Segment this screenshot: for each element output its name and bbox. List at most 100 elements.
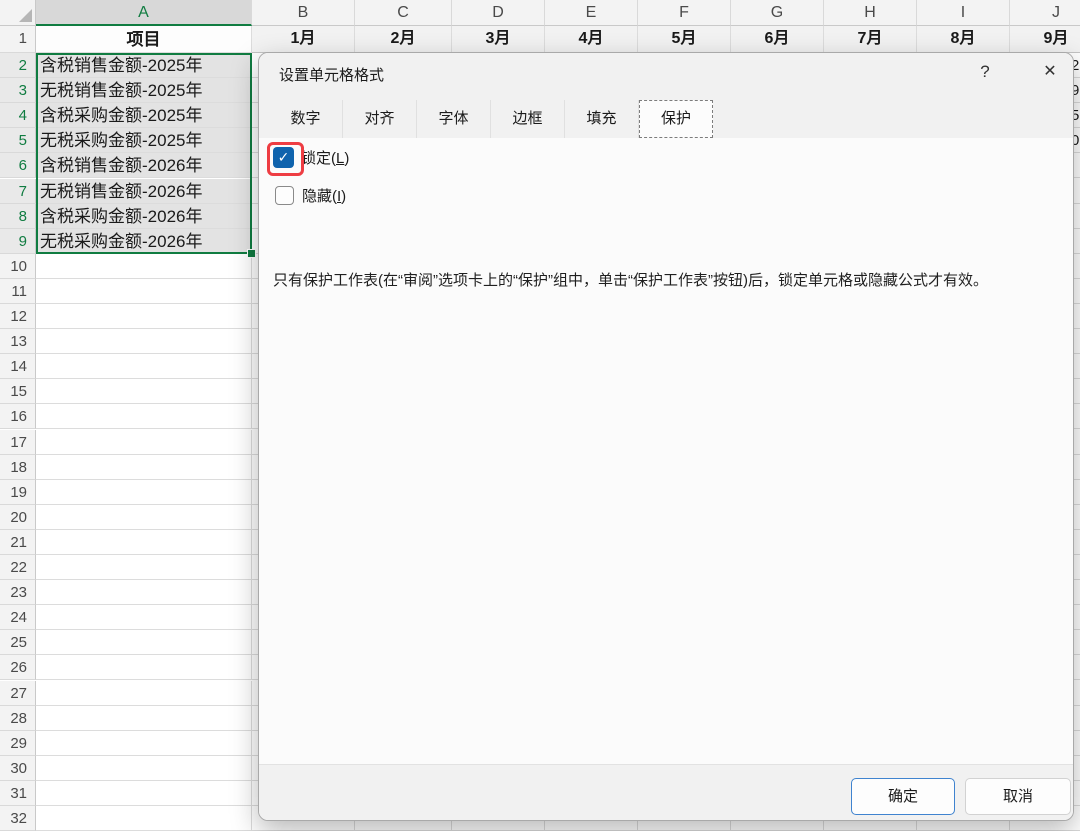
row-header-29[interactable]: 29	[0, 730, 36, 756]
cancel-button[interactable]: 取消	[965, 778, 1071, 815]
row-header-14[interactable]: 14	[0, 354, 36, 380]
cell-I1[interactable]: 8月	[917, 26, 1010, 53]
cell-A4[interactable]: 含税采购金额-2025年	[36, 103, 252, 129]
tab-font[interactable]: 字体	[417, 100, 491, 138]
ok-button[interactable]: 确定	[851, 778, 955, 815]
row-header-26[interactable]: 26	[0, 655, 36, 681]
row-header-25[interactable]: 25	[0, 630, 36, 656]
row-header-32[interactable]: 32	[0, 806, 36, 831]
row-header-31[interactable]: 31	[0, 780, 36, 806]
row-header-24[interactable]: 24	[0, 605, 36, 631]
cell-A7[interactable]: 无税销售金额-2026年	[36, 178, 252, 204]
cell-A2[interactable]: 含税销售金额-2025年	[36, 53, 252, 79]
cell-A16[interactable]	[36, 404, 252, 430]
cell-A28[interactable]	[36, 705, 252, 731]
row-header-17[interactable]: 17	[0, 429, 36, 455]
row-header-4[interactable]: 4	[0, 103, 36, 129]
cell-A9[interactable]: 无税采购金额-2026年	[36, 228, 252, 254]
help-icon[interactable]: ?	[971, 58, 999, 86]
cell-A3[interactable]: 无税销售金额-2025年	[36, 78, 252, 104]
cell-A23[interactable]	[36, 580, 252, 606]
column-header-B[interactable]: B	[252, 0, 355, 26]
cell-A15[interactable]	[36, 379, 252, 405]
cell-A25[interactable]	[36, 630, 252, 656]
row-header-13[interactable]: 13	[0, 329, 36, 355]
dialog-titlebar: 设置单元格格式 ? ✕ 数字 对齐 字体 边框 填充 保护	[259, 53, 1073, 138]
row-header-20[interactable]: 20	[0, 504, 36, 530]
cell-A19[interactable]	[36, 479, 252, 505]
row-header-11[interactable]: 11	[0, 278, 36, 304]
column-header-D[interactable]: D	[452, 0, 545, 26]
tab-fill[interactable]: 填充	[565, 100, 639, 138]
close-icon[interactable]: ✕	[1035, 58, 1065, 86]
cell-A31[interactable]	[36, 780, 252, 806]
cell-J1[interactable]: 9月	[1010, 26, 1080, 53]
select-all-corner[interactable]	[0, 0, 36, 26]
row-header-16[interactable]: 16	[0, 404, 36, 430]
cell-A14[interactable]	[36, 354, 252, 380]
cell-A5[interactable]: 无税采购金额-2025年	[36, 128, 252, 154]
cell-A12[interactable]	[36, 304, 252, 330]
cell-H1[interactable]: 7月	[824, 26, 917, 53]
row-header-3[interactable]: 3	[0, 78, 36, 104]
row-header-18[interactable]: 18	[0, 454, 36, 480]
row-header-10[interactable]: 10	[0, 253, 36, 279]
cell-A24[interactable]	[36, 605, 252, 631]
row-header-28[interactable]: 28	[0, 705, 36, 731]
cell-A20[interactable]	[36, 504, 252, 530]
row-header-30[interactable]: 30	[0, 755, 36, 781]
cell-C1[interactable]: 2月	[355, 26, 452, 53]
cell-A11[interactable]	[36, 278, 252, 304]
cell-A1[interactable]: 项目	[36, 26, 252, 53]
hidden-label-prefix: 隐藏(	[302, 188, 337, 205]
cell-E1[interactable]: 4月	[545, 26, 638, 53]
cell-A21[interactable]	[36, 529, 252, 555]
cell-A30[interactable]	[36, 755, 252, 781]
cell-A10[interactable]	[36, 253, 252, 279]
cell-A26[interactable]	[36, 655, 252, 681]
cell-A27[interactable]	[36, 680, 252, 706]
cell-A32[interactable]	[36, 806, 252, 831]
row-header-8[interactable]: 8	[0, 203, 36, 229]
row-header-15[interactable]: 15	[0, 379, 36, 405]
row-header-6[interactable]: 6	[0, 153, 36, 179]
column-header-J[interactable]: J	[1010, 0, 1080, 26]
row-header-27[interactable]: 27	[0, 680, 36, 706]
hidden-checkbox[interactable]	[275, 186, 294, 205]
cell-B1[interactable]: 1月	[252, 26, 355, 53]
column-header-G[interactable]: G	[731, 0, 824, 26]
cell-A17[interactable]	[36, 429, 252, 455]
row-header-21[interactable]: 21	[0, 529, 36, 555]
cell-A29[interactable]	[36, 730, 252, 756]
selection-fill-handle[interactable]	[247, 249, 256, 258]
column-header-I[interactable]: I	[917, 0, 1010, 26]
column-header-H[interactable]: H	[824, 0, 917, 26]
row-header-12[interactable]: 12	[0, 304, 36, 330]
locked-checkbox-label: 锁定(L)	[301, 147, 349, 168]
cell-G1[interactable]: 6月	[731, 26, 824, 53]
column-header-A[interactable]: A	[36, 0, 252, 26]
row-header-23[interactable]: 23	[0, 580, 36, 606]
row-header-5[interactable]: 5	[0, 128, 36, 154]
cell-A22[interactable]	[36, 555, 252, 581]
cell-F1[interactable]: 5月	[638, 26, 731, 53]
row-header-22[interactable]: 22	[0, 555, 36, 581]
row-header-2[interactable]: 2	[0, 53, 36, 79]
cell-D1[interactable]: 3月	[452, 26, 545, 53]
cell-A6[interactable]: 含税销售金额-2026年	[36, 153, 252, 179]
cell-A13[interactable]	[36, 329, 252, 355]
row-header-1[interactable]: 1	[0, 26, 36, 53]
tab-alignment[interactable]: 对齐	[343, 100, 417, 138]
tab-number[interactable]: 数字	[269, 100, 343, 138]
column-header-C[interactable]: C	[355, 0, 452, 26]
cell-A8[interactable]: 含税采购金额-2026年	[36, 203, 252, 229]
row-header-7[interactable]: 7	[0, 178, 36, 204]
dialog-body: ✓ 锁定(L) 隐藏(I) 只有保护工作表(在“审阅”选项卡上的“保护”组中，单…	[259, 138, 1073, 764]
tab-border[interactable]: 边框	[491, 100, 565, 138]
cell-A18[interactable]	[36, 454, 252, 480]
tab-protection[interactable]: 保护	[639, 100, 713, 138]
row-header-9[interactable]: 9	[0, 228, 36, 254]
column-header-F[interactable]: F	[638, 0, 731, 26]
column-header-E[interactable]: E	[545, 0, 638, 26]
row-header-19[interactable]: 19	[0, 479, 36, 505]
